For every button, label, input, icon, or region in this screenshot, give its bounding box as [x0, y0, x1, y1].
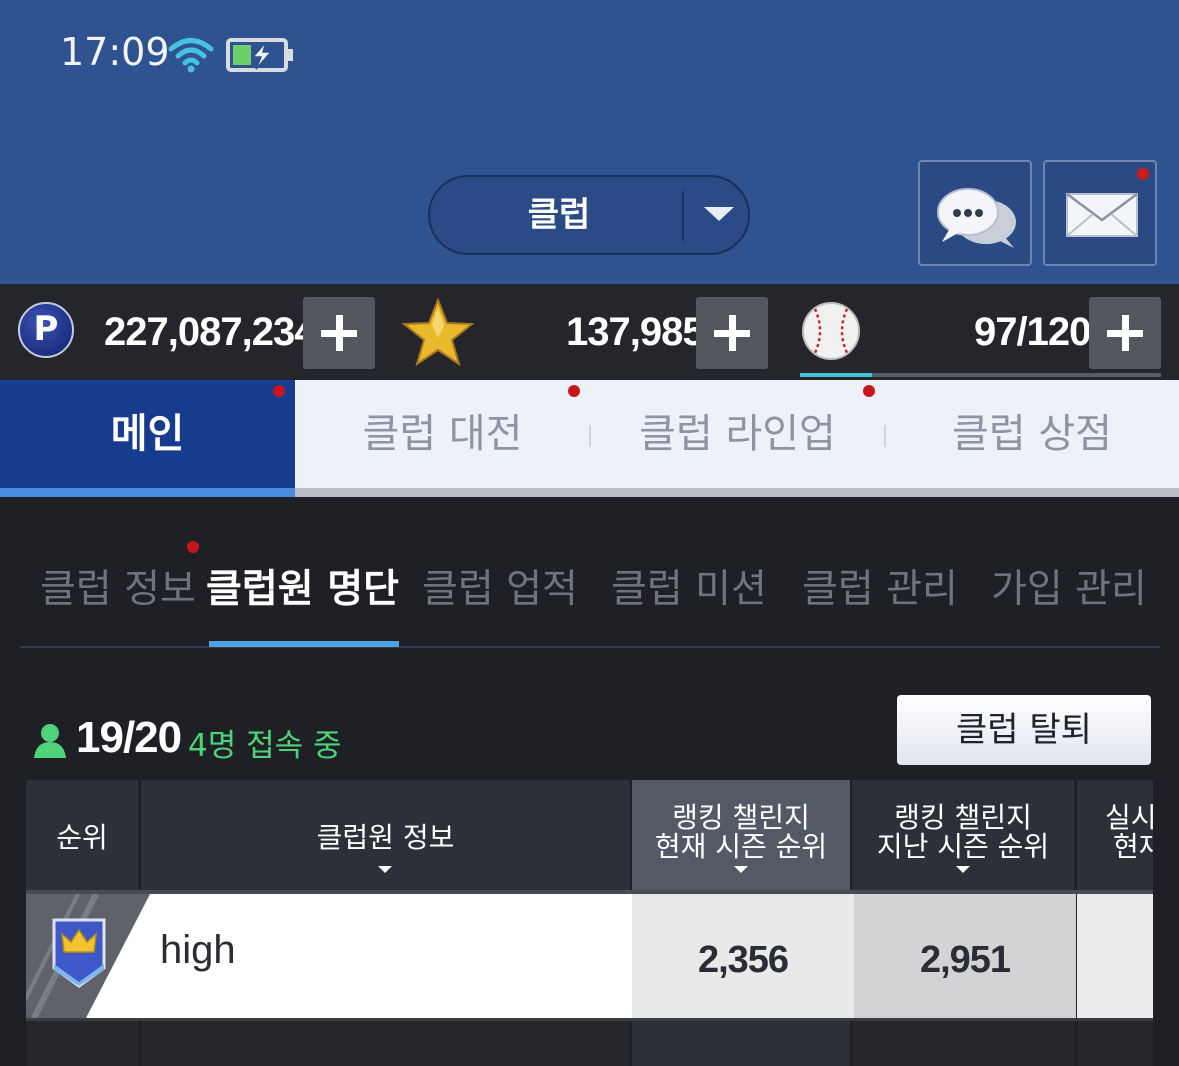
- tab-club-shop[interactable]: 클럽 상점: [885, 380, 1179, 488]
- column-header-label: 지난 시즌 순위: [876, 830, 1050, 863]
- notification-dot: [863, 385, 875, 397]
- sort-arrow-icon: [734, 866, 748, 873]
- add-stars-button[interactable]: [696, 297, 768, 369]
- tab-divider: [884, 425, 886, 447]
- tab-club-lineup[interactable]: 클럽 라인업: [590, 380, 885, 488]
- column-header-label: 현재 시즌 순위: [654, 830, 828, 863]
- empty-row-cell: [852, 1021, 1074, 1066]
- column-header-current-season-rank[interactable]: 랭킹 챌린지 현재 시즌 순위: [632, 780, 850, 890]
- section-dropdown[interactable]: 클럽: [428, 175, 750, 255]
- chat-icon: [937, 188, 1016, 248]
- column-header-label: 클럽원 정보: [316, 821, 455, 854]
- column-header-last-season-rank[interactable]: 랭킹 챌린지 지난 시즌 순위: [852, 780, 1074, 890]
- notification-dot: [187, 541, 199, 553]
- ball-refill-progress-fill: [800, 373, 873, 377]
- empty-row-cell: [632, 1021, 850, 1066]
- subnav-club-achievements[interactable]: 클럽 업적: [422, 560, 578, 620]
- empty-row-cell: [141, 1021, 630, 1066]
- last-season-rank: 2,951: [919, 939, 1011, 981]
- active-tab-indicator: [0, 488, 295, 497]
- subnav-club-missions[interactable]: 클럽 미션: [611, 560, 767, 620]
- member-name: high: [160, 928, 236, 972]
- add-points-button[interactable]: [303, 297, 375, 369]
- subnav-join-management[interactable]: 가입 관리: [991, 560, 1147, 620]
- sort-arrow-icon: [378, 866, 392, 873]
- leave-club-button[interactable]: 클럽 탈퇴: [897, 695, 1151, 765]
- tab-main[interactable]: 메인: [0, 380, 295, 488]
- stars-value: 137,985: [566, 310, 705, 354]
- balls-value: 97/120: [974, 310, 1091, 354]
- online-count: 4명 접속 중: [188, 728, 342, 764]
- status-time: 17:09: [60, 30, 170, 74]
- current-season-rank: 2,356: [697, 939, 789, 981]
- star-icon: [401, 297, 475, 370]
- notification-dot: [273, 385, 285, 397]
- dropdown-divider: [682, 191, 684, 241]
- notification-dot: [1137, 168, 1149, 180]
- subnav-member-list[interactable]: 클럽원 명단: [206, 560, 399, 620]
- subnav-club-management[interactable]: 클럽 관리: [802, 560, 958, 620]
- live-rank-cell: [1077, 894, 1153, 1018]
- tab-club-battle[interactable]: 클럽 대전: [295, 380, 590, 488]
- person-icon: [32, 722, 68, 764]
- chevron-down-icon: [704, 207, 734, 221]
- column-header-rank[interactable]: 순위: [26, 780, 138, 890]
- wifi-icon: [168, 36, 214, 78]
- chat-button[interactable]: [918, 160, 1032, 266]
- column-header-member-info[interactable]: 클럽원 정보: [141, 780, 630, 890]
- member-count: 19/20: [76, 713, 182, 762]
- crown-badge-icon: [52, 918, 106, 992]
- column-header-live-rank[interactable]: 실시 현재: [1077, 780, 1153, 890]
- column-header-label: 현재: [1113, 830, 1153, 863]
- tab-underline: [295, 488, 1179, 497]
- battery-icon: [226, 37, 296, 77]
- active-subnav-indicator: [209, 641, 399, 647]
- subnav-divider: [20, 646, 1160, 648]
- baseball-icon: [801, 301, 861, 365]
- column-header-label: 순위: [56, 821, 108, 854]
- tab-divider: [589, 425, 591, 447]
- member-table: 순위 클럽원 정보 랭킹 챌린지 현재 시즌 순위 랭킹 챌린지 지난 시즌 순…: [26, 780, 1153, 1066]
- empty-row-cell: [26, 1021, 138, 1066]
- notification-dot: [568, 385, 580, 397]
- ball-refill-progress: [800, 373, 1161, 377]
- points-value: 227,087,234: [104, 310, 316, 354]
- empty-row-cell: [1077, 1021, 1153, 1066]
- add-balls-button[interactable]: [1089, 297, 1161, 369]
- subnav-club-info[interactable]: 클럽 정보: [40, 560, 196, 620]
- points-coin-icon: P: [18, 302, 74, 358]
- dropdown-label: 클럽: [527, 195, 591, 235]
- sort-arrow-icon: [956, 866, 970, 873]
